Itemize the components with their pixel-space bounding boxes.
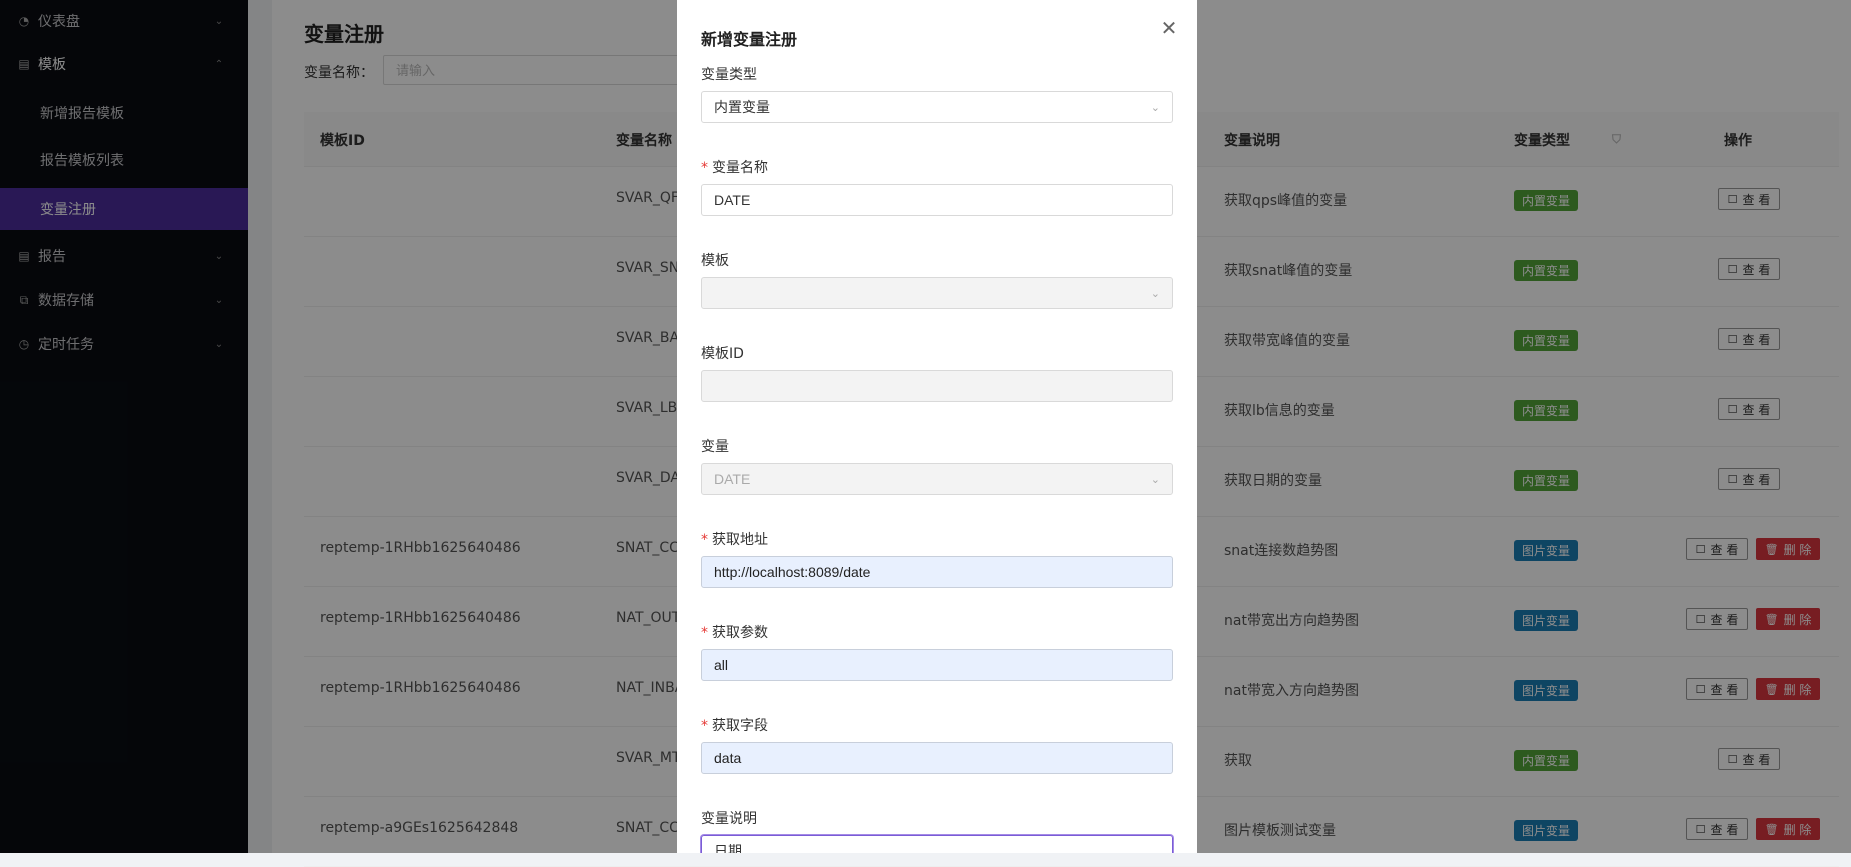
chevron-down-icon: ⌄ xyxy=(1150,473,1160,486)
fetch-params-input[interactable]: all xyxy=(701,649,1173,681)
description-value: 日期 xyxy=(714,843,742,853)
variable-select[interactable]: DATE ⌄ xyxy=(701,463,1173,495)
fetch-url-value: http://localhost:8089/date xyxy=(714,564,871,580)
modal-title: 新增变量注册 xyxy=(701,30,798,49)
field-label-fetch-url: * 获取地址 xyxy=(701,532,768,548)
var-name-value: DATE xyxy=(714,192,751,208)
var-type-select[interactable]: 内置变量 ⌄ xyxy=(701,91,1173,123)
close-icon[interactable]: ✕ xyxy=(1157,16,1181,40)
field-label-description: 变量说明 xyxy=(701,811,757,827)
chevron-down-icon: ⌄ xyxy=(1150,101,1160,114)
var-name-input[interactable]: DATE xyxy=(701,184,1173,216)
fetch-field-input[interactable]: data xyxy=(701,742,1173,774)
template-select[interactable]: ⌄ xyxy=(701,277,1173,309)
template-id-input[interactable] xyxy=(701,370,1173,402)
chevron-down-icon: ⌄ xyxy=(1150,287,1160,300)
field-label-var-name: * 变量名称 xyxy=(701,160,768,176)
field-label-template: 模板 xyxy=(701,253,729,269)
field-label-fetch-field: * 获取字段 xyxy=(701,718,768,734)
field-label-variable: 变量 xyxy=(701,439,729,455)
variable-value: DATE xyxy=(714,471,751,487)
fetch-url-input[interactable]: http://localhost:8089/date xyxy=(701,556,1173,588)
add-variable-modal: 新增变量注册 ✕ 变量类型 内置变量 ⌄ * 变量名称 DATE 模板 ⌄ 模板I… xyxy=(677,0,1197,853)
description-input[interactable]: 日期 xyxy=(701,835,1173,853)
fetch-field-value: data xyxy=(714,750,742,766)
fetch-params-value: all xyxy=(714,657,729,673)
field-label-template-id: 模板ID xyxy=(701,346,744,362)
var-type-value: 内置变量 xyxy=(714,99,770,115)
field-label-fetch-params: * 获取参数 xyxy=(701,625,768,641)
field-label-var-type: 变量类型 xyxy=(701,67,757,83)
